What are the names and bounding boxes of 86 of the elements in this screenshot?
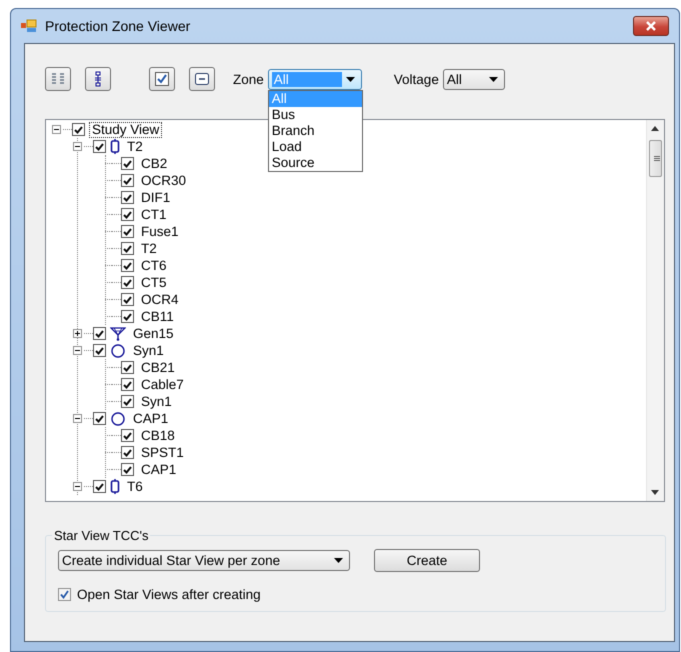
tree-checkbox[interactable] (121, 378, 134, 391)
tree-checkbox[interactable] (121, 395, 134, 408)
tree-checkbox[interactable] (121, 174, 134, 187)
close-icon (645, 21, 657, 31)
tree-checkbox[interactable] (121, 225, 134, 238)
tree-item[interactable]: CB21 (138, 360, 178, 376)
tree-checkbox[interactable] (121, 208, 134, 221)
collapse-icon[interactable] (52, 125, 61, 134)
tree-item[interactable]: OCR4 (138, 292, 182, 308)
zone-label: Zone (233, 72, 264, 86)
voltage-dropdown[interactable]: All (442, 68, 505, 90)
tree-item[interactable]: SPST1 (138, 444, 187, 460)
circle-icon (110, 344, 126, 358)
tree-item[interactable]: CT6 (138, 258, 170, 274)
dropdown-caret-icon (334, 558, 343, 563)
tree-item[interactable]: Syn1 (138, 394, 175, 410)
transformer-icon (110, 479, 120, 494)
tree-item[interactable]: DIF1 (138, 190, 174, 206)
tree-item[interactable]: CB2 (138, 156, 170, 172)
tree-item[interactable]: CT1 (138, 206, 170, 222)
tree-item[interactable]: Cable7 (138, 376, 187, 392)
tree-checkbox[interactable] (121, 276, 134, 289)
tree-checkbox[interactable] (121, 463, 134, 476)
tree-item[interactable]: CB18 (138, 428, 178, 444)
app-icon (21, 19, 37, 33)
tree-checkbox[interactable] (93, 344, 106, 357)
tree-item[interactable]: T6 (124, 478, 146, 494)
generator-icon (110, 326, 126, 341)
tree-checkbox[interactable] (93, 412, 106, 425)
collapse-icon[interactable] (73, 346, 82, 355)
tree-checkbox[interactable] (121, 157, 134, 170)
collapse-icon[interactable] (73, 482, 82, 491)
circle-icon (110, 412, 126, 426)
tree-checkbox[interactable] (93, 480, 106, 493)
tree-item[interactable]: T2 (138, 240, 160, 256)
minus-box-icon (195, 73, 209, 85)
tree-checkbox[interactable] (121, 310, 134, 323)
tree-item[interactable]: CT5 (138, 274, 170, 290)
tree-checkbox[interactable] (93, 327, 106, 340)
tree-checkbox[interactable] (121, 361, 134, 374)
collapse-icon[interactable] (73, 142, 82, 151)
tree-item[interactable]: Fuse1 (138, 224, 182, 240)
expand-icon[interactable] (73, 329, 82, 338)
tree-item[interactable]: CB11 (138, 308, 177, 324)
scroll-up-icon[interactable] (651, 126, 659, 131)
collapse-icon[interactable] (73, 414, 82, 423)
hierarchy-button[interactable] (85, 67, 111, 91)
tree-item[interactable]: CAP1 (130, 410, 172, 426)
columns-button[interactable] (45, 67, 71, 91)
check-all-button[interactable] (149, 67, 175, 91)
create-button[interactable]: Create (374, 549, 480, 572)
tree-checkbox[interactable] (121, 429, 134, 442)
tree-item[interactable]: Study View (89, 122, 162, 138)
checkbox[interactable] (58, 588, 71, 601)
transformer-icon (110, 139, 120, 154)
checkbox-icon (155, 72, 169, 86)
hierarchy-icon (93, 71, 103, 87)
window-title: Protection Zone Viewer (45, 18, 192, 34)
tree-item[interactable]: Gen15 (130, 326, 177, 342)
dropdown-option[interactable]: Branch (268, 122, 362, 138)
dropdown-caret-icon (488, 76, 498, 82)
dropdown-option[interactable]: Bus (268, 106, 362, 122)
scrollbar[interactable] (646, 120, 664, 501)
group-title: Star View TCC's (53, 528, 150, 543)
tree-checkbox[interactable] (121, 293, 134, 306)
star-view-mode-dropdown[interactable]: Create individual Star View per zone (58, 550, 350, 571)
dropdown-caret-icon (346, 76, 355, 82)
collapse-all-button[interactable] (189, 67, 215, 91)
tree-checkbox[interactable] (121, 446, 134, 459)
tree-item[interactable]: T2 (124, 138, 146, 154)
tree-item[interactable]: CAP1 (138, 462, 180, 478)
dropdown-option[interactable]: Load (268, 138, 362, 154)
voltage-label: Voltage (394, 72, 439, 86)
tree-checkbox[interactable] (72, 123, 85, 136)
tree-checkbox[interactable] (121, 191, 134, 204)
tree-checkbox[interactable] (121, 242, 134, 255)
dropdown-option[interactable]: Source (268, 154, 362, 170)
columns-icon (50, 72, 66, 86)
tree-checkbox[interactable] (93, 140, 106, 153)
tree-checkbox[interactable] (121, 259, 134, 272)
checkbox-label: Open Star Views after creating (77, 587, 261, 602)
tree-item[interactable]: Syn1 (130, 342, 167, 358)
scroll-thumb[interactable] (649, 140, 662, 177)
close-button[interactable] (633, 16, 669, 36)
scroll-down-icon[interactable] (651, 490, 659, 495)
tree-item[interactable]: OCR30 (138, 172, 190, 188)
